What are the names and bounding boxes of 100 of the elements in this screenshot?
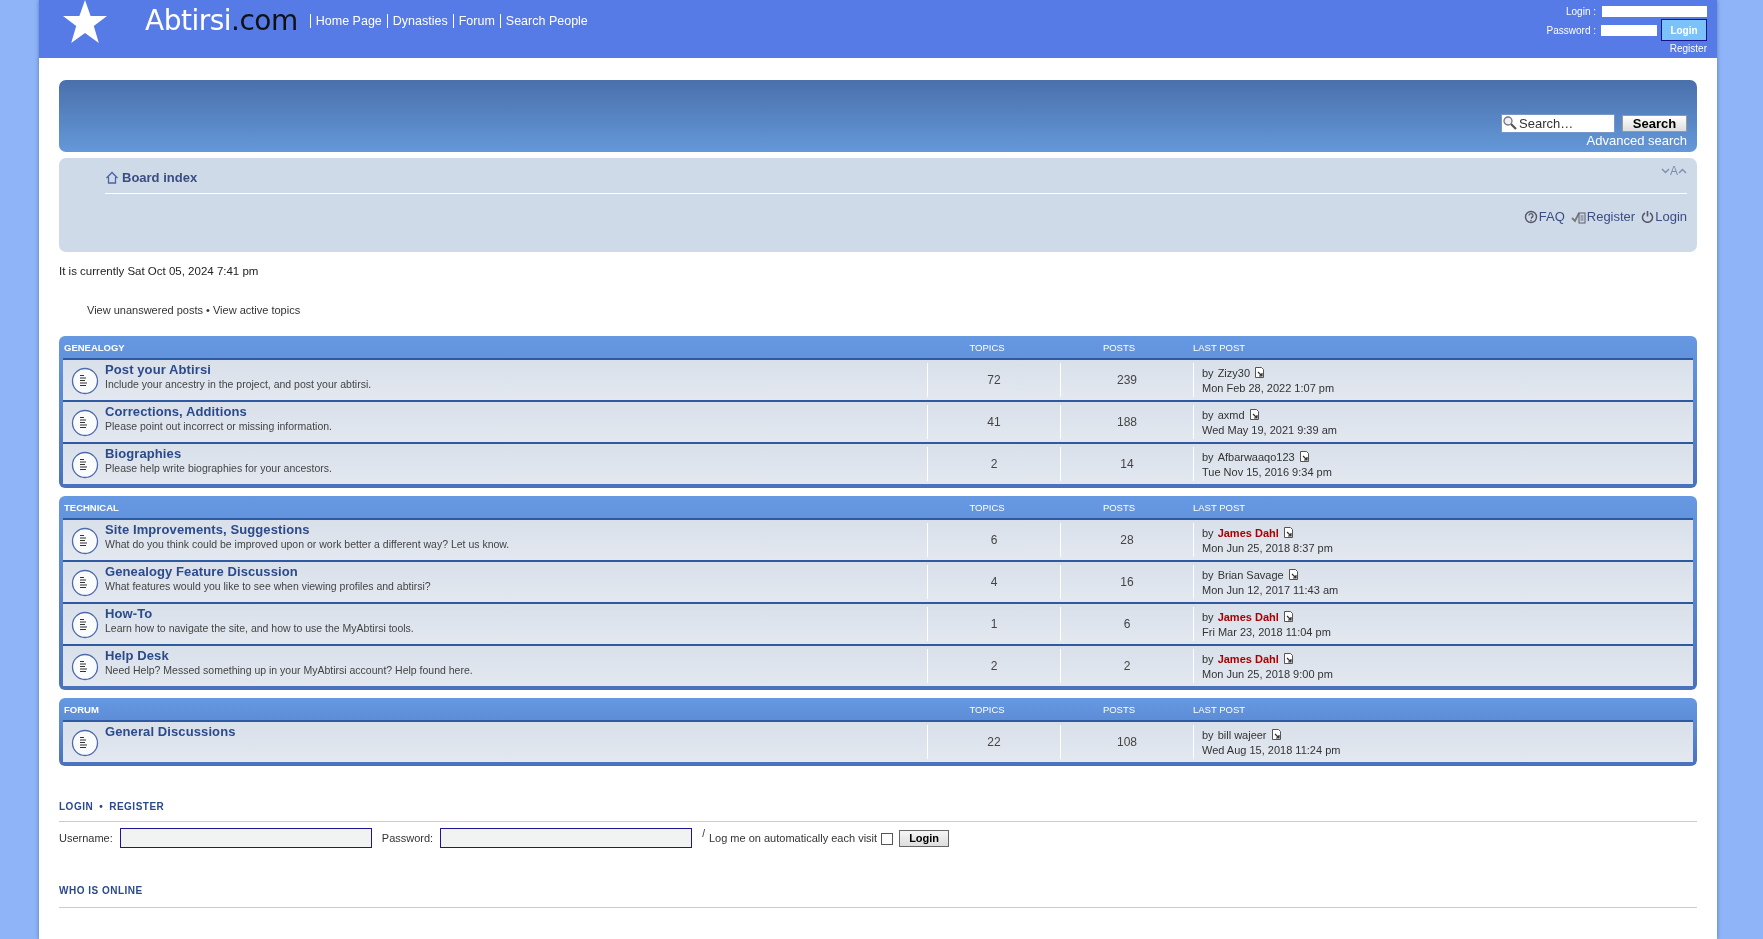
power-icon xyxy=(1641,210,1655,223)
search-field[interactable]: Search… xyxy=(1501,114,1615,133)
page-arrow-icon[interactable] xyxy=(1282,611,1294,622)
forum-title-link[interactable]: Biographies xyxy=(105,447,333,461)
by-label: by xyxy=(1202,568,1214,581)
author-link[interactable]: Afbarwaaqo123 xyxy=(1217,450,1295,463)
last-post-date: Fri Mar 23, 2018 11:04 pm xyxy=(1202,625,1332,638)
forum-title-link[interactable]: Site Improvements, Suggestions xyxy=(105,523,510,537)
list-icon xyxy=(71,527,99,555)
register-link[interactable]: Register xyxy=(1669,43,1707,54)
register-link[interactable]: REGISTER xyxy=(109,801,165,812)
password-label: Password : xyxy=(1546,24,1596,36)
forum-description: What features would you like to see when viewing profiles and abtirsi? xyxy=(105,580,431,592)
topics-count: 72 xyxy=(987,373,1001,387)
posts-count: 188 xyxy=(1117,415,1137,429)
by-label: by xyxy=(1202,610,1214,623)
by-label: by xyxy=(1202,450,1214,463)
page-arrow-icon[interactable] xyxy=(1254,367,1266,378)
posts-count: 14 xyxy=(1120,457,1134,471)
author-link[interactable]: James Dahl xyxy=(1217,610,1279,623)
by-label: by xyxy=(1202,652,1214,665)
nav-link[interactable]: Dynasties xyxy=(386,14,453,28)
password-field[interactable] xyxy=(1601,24,1657,36)
who-is-online-heading: WHO IS ONLINE xyxy=(59,885,1697,908)
site-logo[interactable]: Abtirsi.com xyxy=(145,4,298,37)
login-button[interactable]: Login xyxy=(899,829,950,847)
current-time-text: It is currently Sat Oct 05, 2024 7:41 pm xyxy=(59,265,260,277)
login-label: Login : xyxy=(1565,6,1596,17)
author-link[interactable]: Brian Savage xyxy=(1217,568,1284,581)
password-label: Password: xyxy=(381,832,434,844)
forum-title-link[interactable]: Corrections, Additions xyxy=(105,405,333,419)
last-post-date: Mon Jun 25, 2018 8:37 pm xyxy=(1202,541,1334,554)
column-header: POSTS xyxy=(1101,501,1137,513)
quick-link[interactable]: View unanswered posts xyxy=(87,304,203,316)
forum-description: What do you think could be improved upon or work better a different way? Let us know. xyxy=(105,538,510,550)
list-icon xyxy=(71,569,99,597)
page-arrow-icon[interactable] xyxy=(1287,569,1299,580)
posts-count: 28 xyxy=(1120,533,1134,547)
author-link[interactable]: axmd xyxy=(1217,408,1245,421)
help-icon xyxy=(1523,209,1538,224)
by-label: by xyxy=(1202,366,1214,379)
column-header: TOPICS xyxy=(968,501,1006,513)
column-header: TOPICS xyxy=(968,703,1006,715)
password-field[interactable] xyxy=(440,828,693,848)
topics-count: 1 xyxy=(990,617,998,631)
page-arrow-icon[interactable] xyxy=(1270,729,1282,740)
topics-count: 2 xyxy=(990,457,998,471)
page-arrow-icon[interactable] xyxy=(1248,409,1260,420)
auto-login-checkbox[interactable] xyxy=(881,833,894,845)
topics-count: 6 xyxy=(990,533,998,547)
list-icon xyxy=(71,451,99,479)
list-icon xyxy=(71,653,99,681)
register-link[interactable]: Register xyxy=(1570,209,1636,224)
forum-title-link[interactable]: General Discussions xyxy=(105,725,236,739)
page-arrow-icon[interactable] xyxy=(1282,527,1294,538)
slash-text: / xyxy=(702,828,705,839)
checklist-icon xyxy=(1570,209,1586,224)
nav-link[interactable]: Home Page xyxy=(309,14,387,28)
column-header: LAST POST xyxy=(1192,341,1247,353)
posts-count: 108 xyxy=(1117,735,1137,749)
forum-title-link[interactable]: Post your Abtirsi xyxy=(105,363,372,377)
nav-link[interactable]: Search People xyxy=(499,14,593,28)
list-icon xyxy=(71,611,99,639)
last-post-date: Wed May 19, 2021 9:39 am xyxy=(1202,423,1338,436)
list-icon xyxy=(71,367,99,395)
last-post-date: Mon Jun 12, 2017 11:43 am xyxy=(1202,583,1340,596)
username-label: Username: xyxy=(59,832,113,844)
column-header: LAST POST xyxy=(1192,501,1247,513)
quick-link[interactable]: View active topics xyxy=(212,304,301,316)
login-field[interactable] xyxy=(1602,6,1707,17)
category-title: TECHNICAL xyxy=(63,501,120,513)
auto-login-label: Log me on automatically each visit xyxy=(708,832,878,844)
board-index-link[interactable]: Board index xyxy=(105,169,198,185)
forum-description: Please help write biographies for your ancestors. xyxy=(105,462,333,474)
login-link[interactable]: LOGIN xyxy=(59,801,94,812)
author-link[interactable]: James Dahl xyxy=(1217,526,1279,539)
page-arrow-icon[interactable] xyxy=(1282,653,1294,664)
username-field[interactable] xyxy=(119,828,372,848)
page-arrow-icon[interactable] xyxy=(1298,451,1310,462)
by-label: by xyxy=(1202,526,1214,539)
forum-description: Please point out incorrect or missing information. xyxy=(105,420,333,432)
login-link[interactable]: Login xyxy=(1641,209,1687,224)
author-link[interactable]: bill wajeer xyxy=(1217,728,1267,741)
author-link[interactable]: Zizy30 xyxy=(1217,366,1251,379)
search-button[interactable]: Search xyxy=(1622,115,1687,132)
topics-count: 22 xyxy=(987,735,1001,749)
posts-count: 16 xyxy=(1120,575,1134,589)
posts-count: 2 xyxy=(1123,659,1131,673)
last-post-date: Tue Nov 15, 2016 9:34 pm xyxy=(1202,465,1333,478)
posts-count: 6 xyxy=(1123,617,1131,631)
topics-count: 41 xyxy=(987,415,1001,429)
nav-link[interactable]: Forum xyxy=(452,14,500,28)
by-label: by xyxy=(1202,728,1214,741)
forum-title-link[interactable]: Genealogy Feature Discussion xyxy=(105,565,431,579)
forum-title-link[interactable]: Help Desk xyxy=(105,649,473,663)
star-icon xyxy=(61,0,109,44)
faq-link[interactable]: FAQ xyxy=(1523,209,1565,224)
forum-title-link[interactable]: How-To xyxy=(105,607,414,621)
topics-count: 2 xyxy=(990,659,998,673)
author-link[interactable]: James Dahl xyxy=(1217,652,1279,665)
